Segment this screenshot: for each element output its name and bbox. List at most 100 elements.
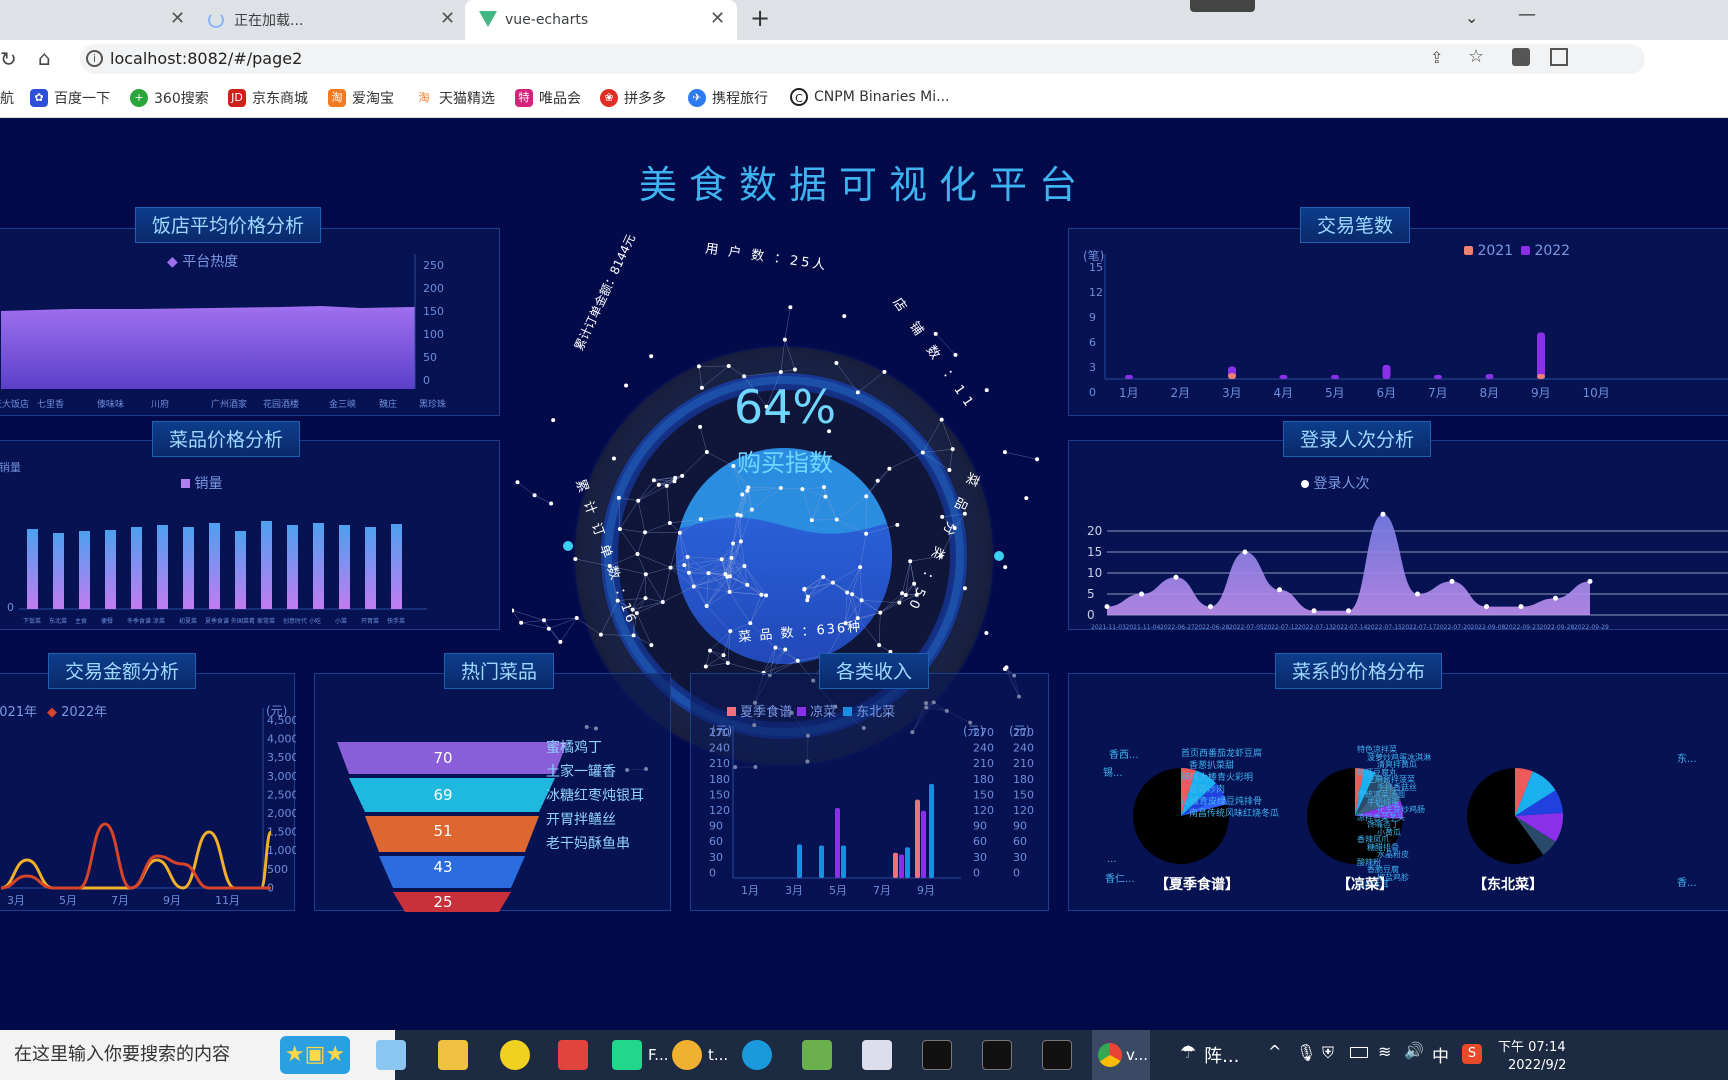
- terminal-icon[interactable]: [1042, 1040, 1072, 1070]
- tab-previous[interactable]: ✕: [0, 0, 195, 40]
- chrome-app[interactable]: v...: [1092, 1030, 1150, 1080]
- ime-indicator[interactable]: 中: [1432, 1042, 1449, 1067]
- income-bar[interactable]: [899, 854, 904, 878]
- pycharm-app[interactable]: F...: [612, 1040, 669, 1070]
- bookmark-item[interactable]: 特唯品会: [515, 88, 581, 108]
- tab-vue-echarts[interactable]: vue-echarts ✕: [465, 0, 737, 40]
- bar-2022[interactable]: [1125, 374, 1133, 379]
- legend-item[interactable]: 2021: [1464, 243, 1513, 259]
- sogou-icon[interactable]: S: [1462, 1044, 1482, 1064]
- income-bar[interactable]: [929, 783, 934, 878]
- legend-item[interactable]: 凉菜: [797, 701, 836, 720]
- bar-2022[interactable]: [1434, 374, 1442, 379]
- close-tab-icon[interactable]: ✕: [710, 8, 725, 29]
- address-bar[interactable]: i localhost:8082/#/page2 ⇪ ☆: [80, 44, 1645, 74]
- bookmark-item[interactable]: 航: [0, 88, 14, 108]
- terminal-icon[interactable]: [922, 1040, 952, 1070]
- sidebar-toggle-icon[interactable]: [1550, 48, 1568, 66]
- close-tab-icon[interactable]: ✕: [440, 8, 455, 29]
- music-icon[interactable]: [500, 1040, 530, 1070]
- dish-bar[interactable]: [105, 530, 116, 609]
- bookmark-item[interactable]: JD 京东商城: [228, 88, 308, 108]
- legend-item[interactable]: 2022: [1521, 243, 1570, 259]
- bookmark-item[interactable]: 淘天猫精选: [415, 88, 495, 108]
- app-icon-qq[interactable]: [376, 1040, 406, 1070]
- legend-item[interactable]: ◆ 平台热度: [167, 251, 238, 271]
- bar-2022[interactable]: [1331, 374, 1339, 379]
- dish-bar[interactable]: [313, 523, 324, 609]
- extensions-icon[interactable]: [1512, 48, 1530, 66]
- intellij-icon[interactable]: [558, 1040, 588, 1070]
- bookmark-item[interactable]: ✈ 携程旅行: [688, 88, 768, 108]
- reload-icon[interactable]: ↻: [0, 47, 17, 71]
- income-bar[interactable]: [841, 845, 846, 878]
- microphone-icon[interactable]: 🎙: [1296, 1043, 1316, 1062]
- data-point[interactable]: [1380, 511, 1386, 517]
- bookmark-item[interactable]: ✿ 百度一下: [30, 88, 110, 108]
- data-point[interactable]: [1484, 604, 1489, 610]
- dish-bar[interactable]: [391, 524, 402, 609]
- dish-bar[interactable]: [365, 527, 376, 609]
- chevron-up-icon[interactable]: ^: [1268, 1042, 1281, 1061]
- clock-time[interactable]: 下午 07:14: [1498, 1036, 1566, 1055]
- notepad-icon[interactable]: [802, 1040, 832, 1070]
- star-icon[interactable]: ☆: [1468, 46, 1484, 67]
- data-point[interactable]: [1518, 604, 1524, 610]
- bar-2021[interactable]: [1228, 373, 1236, 379]
- data-point[interactable]: [1587, 578, 1593, 584]
- home-icon[interactable]: ⌂: [38, 46, 51, 70]
- folder-icon[interactable]: [438, 1040, 468, 1070]
- income-bar[interactable]: [819, 845, 824, 878]
- dish-bar[interactable]: [235, 531, 246, 609]
- bar-2022[interactable]: [1382, 364, 1391, 379]
- legend-item[interactable]: 夏季食谱: [727, 701, 792, 720]
- share-icon[interactable]: ⇪: [1430, 48, 1443, 67]
- dish-bar[interactable]: [287, 525, 298, 609]
- battery-icon[interactable]: [1350, 1047, 1368, 1058]
- dish-bar[interactable]: [27, 529, 38, 609]
- bookmark-item[interactable]: ❀ 拼多多: [600, 88, 666, 108]
- bar-2022[interactable]: [1279, 374, 1288, 379]
- dish-bar[interactable]: [53, 533, 64, 609]
- minimize-icon[interactable]: —: [1518, 4, 1536, 25]
- bar-2022[interactable]: [1537, 332, 1545, 379]
- bookmark-item[interactable]: +360搜索: [130, 88, 209, 108]
- data-point[interactable]: [1449, 578, 1455, 584]
- dish-bar[interactable]: [209, 523, 220, 609]
- income-bar[interactable]: [797, 844, 802, 878]
- window-icon[interactable]: [862, 1040, 892, 1070]
- legend-item[interactable]: 销量: [181, 473, 222, 493]
- dish-bar[interactable]: [79, 531, 90, 609]
- data-point[interactable]: [1139, 591, 1144, 597]
- dish-bar[interactable]: [339, 525, 350, 609]
- shield-icon[interactable]: ⛨: [1322, 1043, 1334, 1063]
- data-point[interactable]: [1208, 604, 1213, 610]
- data-point[interactable]: [1346, 608, 1351, 614]
- volume-icon[interactable]: 🔊: [1404, 1041, 1424, 1060]
- legend-item[interactable]: ◆ 2022年: [47, 701, 107, 720]
- data-point[interactable]: [1173, 574, 1179, 580]
- legend-item[interactable]: 2021年: [0, 701, 37, 720]
- legend-item[interactable]: 登录人次: [1301, 473, 1369, 493]
- dish-bar[interactable]: [131, 527, 142, 609]
- edge-icon[interactable]: [742, 1040, 772, 1070]
- wifi-icon[interactable]: ≋: [1378, 1042, 1391, 1061]
- weather-widget[interactable]: ☂ 阵...: [1180, 1042, 1239, 1068]
- income-bar[interactable]: [905, 847, 910, 878]
- data-point[interactable]: [1415, 591, 1420, 597]
- close-tab-icon[interactable]: ✕: [170, 8, 185, 29]
- data-point[interactable]: [1311, 608, 1317, 614]
- legend-item[interactable]: 东北菜: [843, 701, 895, 720]
- bar-2022[interactable]: [1485, 374, 1494, 379]
- data-point[interactable]: [1104, 604, 1110, 610]
- chevron-down-icon[interactable]: ⌄: [1465, 8, 1478, 27]
- income-bar[interactable]: [893, 852, 898, 878]
- data-point[interactable]: [1242, 549, 1248, 555]
- terminal-icon[interactable]: [982, 1040, 1012, 1070]
- dish-bar[interactable]: [261, 521, 272, 609]
- bookmark-item[interactable]: 淘爱淘宝: [328, 88, 394, 108]
- data-point[interactable]: [1553, 595, 1558, 601]
- taskbar-app[interactable]: t...: [672, 1040, 728, 1070]
- income-bar[interactable]: [915, 799, 920, 878]
- clock-date[interactable]: 2022/9/2: [1508, 1058, 1566, 1073]
